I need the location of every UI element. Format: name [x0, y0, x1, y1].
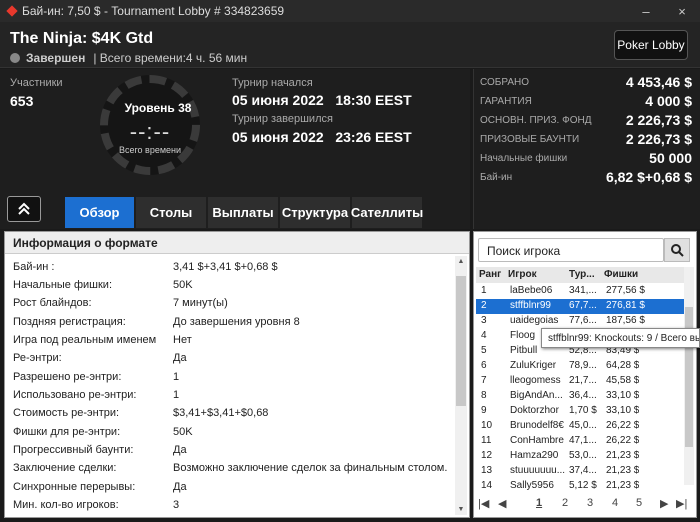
poker-lobby-button[interactable]: Poker Lobby: [614, 30, 688, 60]
started-label: Турнир начался: [232, 77, 313, 89]
total-time: | Всего времени:4 ч. 56 мин: [93, 51, 248, 65]
col-bounty[interactable]: Тур...: [569, 269, 595, 280]
tab-structure[interactable]: Структура: [280, 197, 350, 228]
prize-row: Начальные фишки 50 000: [480, 150, 692, 166]
table-row[interactable]: 11 ConHambre 47,1... 26,22 $: [476, 434, 690, 449]
page-1[interactable]: 1: [536, 497, 542, 509]
tab-payouts[interactable]: Выплаты: [208, 197, 278, 228]
table-row[interactable]: 9 Doktorzhor 1,70 $33,10 $: [476, 404, 690, 419]
table-row[interactable]: 7 lleogomess 21,7... 45,58 $: [476, 374, 690, 389]
prize-row: ГАРАНТИЯ 4 000 $: [480, 93, 692, 109]
page-3[interactable]: 3: [587, 497, 593, 509]
clock-time: --:--: [129, 119, 171, 144]
double-chevron-up-icon: [18, 202, 30, 215]
col-chips[interactable]: Фишки: [604, 269, 638, 280]
table-row[interactable]: 13 stuuuuuuu... 37,4... 21,23 $: [476, 464, 690, 479]
last-page-icon[interactable]: ▶|: [676, 497, 687, 510]
status-text: Завершен: [26, 51, 86, 65]
close-button[interactable]: ×: [664, 0, 700, 22]
status-dot-icon: [10, 53, 20, 63]
tournament-name: The Ninja: $4K Gtd: [10, 30, 154, 47]
player-search-input[interactable]: Поиск игрока: [478, 238, 664, 262]
status-row: Завершен | Всего времени:4 ч. 56 мин: [10, 51, 247, 65]
table-row[interactable]: 1 laBebe06 341,... 277,56 $: [476, 284, 690, 299]
table-row[interactable]: 6 ZuluKriger 78,9... 64,28 $: [476, 359, 690, 374]
window-title: Бай-ин: 7,50 $ - Tournament Lobby # 3348…: [22, 4, 285, 18]
started-value: 05 июня 2022 18:30 EEST: [232, 92, 412, 108]
participants-label: Участники: [10, 77, 63, 89]
participants-count: 653: [10, 93, 34, 109]
first-page-icon[interactable]: |◀: [478, 497, 489, 510]
col-player[interactable]: Игрок: [508, 269, 537, 280]
players-panel: Поиск игрока Ранг Игрок Тур... Фишки 1 la…: [473, 231, 697, 518]
prize-row: ОСНОВН. ПРИЗ. ФОНД 2 226,73 $: [480, 112, 692, 128]
format-scrollbar[interactable]: ▲ ▼: [455, 256, 467, 515]
players-table-header: Ранг Игрок Тур... Фишки: [476, 267, 690, 283]
collapse-button[interactable]: [7, 196, 41, 222]
level-clock: Уровень 38 --:-- Всего времени: [100, 75, 200, 175]
player-tooltip: stffblnr99: Knockouts: 9 / Всего вы: [541, 328, 700, 348]
next-page-icon[interactable]: ▶: [660, 497, 668, 510]
search-button[interactable]: [664, 238, 690, 262]
tab-tables[interactable]: Столы: [136, 197, 206, 228]
ended-label: Турнир завершился: [232, 113, 333, 125]
prize-row: Бай-ин 6,82 $+0,68 $: [480, 169, 692, 185]
search-icon: [671, 244, 684, 257]
tournament-header: The Ninja: $4K Gtd Завершен | Всего врем…: [0, 22, 700, 68]
prev-page-icon[interactable]: ◀: [498, 497, 506, 510]
table-row[interactable]: 2 stffblnr99 67,7... 276,81 $: [476, 299, 690, 314]
scroll-thumb[interactable]: [456, 276, 466, 406]
clock-total-label: Всего времени: [118, 145, 182, 155]
tabs-bar: Обзор Столы Выплаты Структура Сателлиты: [0, 192, 470, 228]
tab-overview[interactable]: Обзор: [65, 197, 134, 228]
table-row[interactable]: 10 Brunodelf8€ 45,0... 26,22 $: [476, 419, 690, 434]
level-label: Уровень 38: [124, 101, 192, 115]
players-scrollbar[interactable]: [684, 267, 694, 485]
page-5[interactable]: 5: [636, 497, 642, 509]
minimize-button[interactable]: –: [628, 0, 664, 22]
format-info-panel: Информация о формате Бай-ин :3,41 $+3,41…: [4, 231, 470, 518]
prize-row: ПРИЗОВЫЕ БАУНТИ 2 226,73 $: [480, 131, 692, 147]
scroll-down-icon[interactable]: ▼: [455, 506, 467, 513]
table-row[interactable]: 14 Sally5956 5,12 $21,23 $: [476, 479, 690, 494]
page-4[interactable]: 4: [612, 497, 618, 509]
title-bar: Бай-ин: 7,50 $ - Tournament Lobby # 3348…: [0, 0, 700, 22]
page-2[interactable]: 2: [562, 497, 568, 509]
prize-row: СОБРАНО 4 453,46 $: [480, 74, 692, 90]
scroll-up-icon[interactable]: ▲: [455, 258, 467, 265]
app-logo-icon: [6, 5, 18, 17]
col-rank[interactable]: Ранг: [479, 269, 501, 280]
prize-info: СОБРАНО 4 453,46 $ ГАРАНТИЯ 4 000 $ ОСНОВН…: [473, 69, 700, 229]
table-row[interactable]: 12 Hamza290 53,0... 21,23 $: [476, 449, 690, 464]
pagination: |◀ ◀ 1 2 3 4 5 ▶ ▶|: [474, 495, 696, 513]
table-row[interactable]: 8 BigAndAn... 36,4... 33,10 $: [476, 389, 690, 404]
table-row[interactable]: 3 uaidegoias 77,6... 187,56 $: [476, 314, 690, 329]
format-info-title: Информация о формате: [5, 232, 469, 254]
tab-satellites[interactable]: Сателлиты: [351, 197, 423, 228]
ended-value: 05 июня 2022 23:26 EEST: [232, 129, 412, 145]
